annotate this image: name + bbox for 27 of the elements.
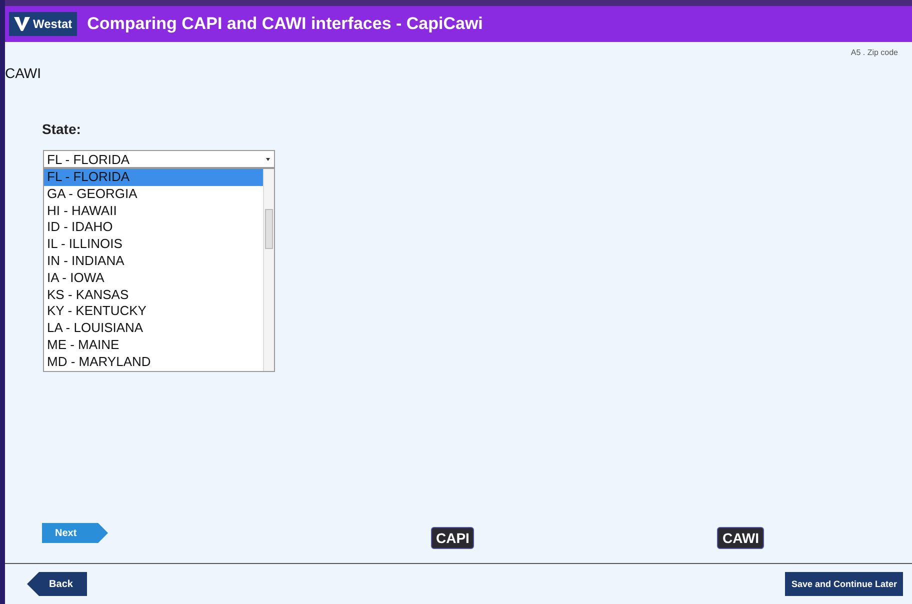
question-label: State: [42,121,82,137]
save-button[interactable]: Save and Continue Later [785,572,903,596]
question-code: A5 . Zip code [850,48,898,57]
mode-label: CAWI [5,65,42,81]
back-button[interactable]: Back [27,572,87,596]
dropdown-option[interactable]: ID - IDAHO [44,219,263,236]
caret-icon [266,158,270,160]
dropdown-option[interactable]: HI - HAWAII [44,202,263,220]
dropdown-value: FL - FLORIDA [47,152,130,166]
dropdown-option[interactable]: MD - MARYLAND [44,354,263,371]
dropdown-option[interactable]: LA - LOUISIANA [44,320,263,337]
dropdown-option[interactable]: IL - ILLINOIS [44,236,263,253]
logo-text: Westat [33,17,72,31]
scrollbar[interactable] [263,169,274,371]
logo-icon [14,17,30,31]
dropdown-option[interactable]: KS - KANSAS [44,286,263,304]
dropdown-option[interactable]: KY - KENTUCKY [44,303,263,320]
dropdown-option[interactable]: FL - FLORIDA [44,169,263,186]
scrollbar-thumb[interactable] [265,209,273,249]
mode-button[interactable]: CAPI [431,527,474,549]
dropdown-option[interactable]: IN - INDIANA [44,252,263,270]
mode-button[interactable]: CAWI [717,527,764,549]
dropdown-option[interactable]: GA - GEORGIA [44,186,263,203]
window-title: Comparing CAPI and CAWI interfaces - CapiCawi [87,14,483,34]
dropdown-option[interactable]: IA - IOWA [44,270,263,287]
state-dropdown[interactable]: FL - FLORIDA [43,150,275,168]
dropdown-option[interactable]: ME - MAINE [44,336,263,354]
